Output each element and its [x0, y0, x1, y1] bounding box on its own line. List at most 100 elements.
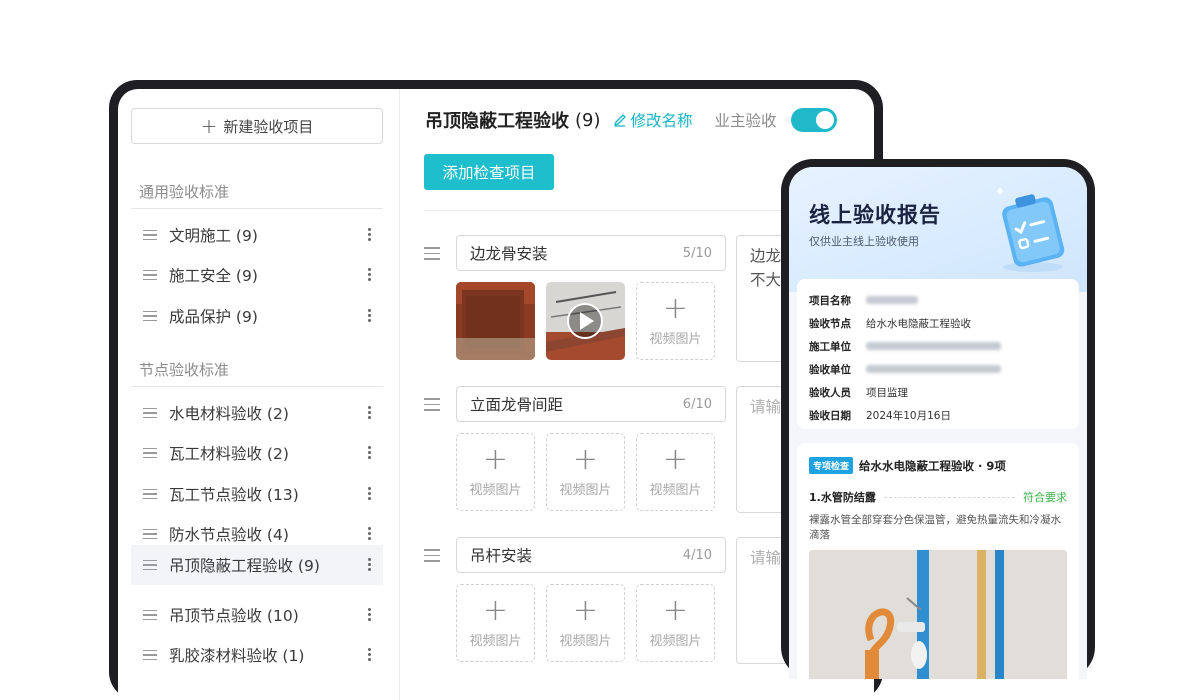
- upload-media-button[interactable]: + 视频图片: [456, 433, 535, 511]
- upload-label: 视频图片: [649, 482, 702, 498]
- drag-handle-icon[interactable]: [143, 269, 157, 281]
- pipe-photo: [809, 550, 1067, 679]
- status-badge: 符合要求: [1023, 491, 1067, 504]
- inspection-card: 专项检查 给水水电隐蔽工程验收 · 9项 1.水管防结露 符合要求 裸露水管全部…: [797, 443, 1079, 679]
- rename-label: 修改名称: [630, 112, 693, 130]
- drag-handle-icon[interactable]: [424, 398, 440, 411]
- phone-device: 线上验收报告 仅供业主线上验收使用 项目名称 验收节点 给水水电隐蔽工程验收 施…: [781, 159, 1095, 679]
- note-placeholder: 请输: [750, 398, 782, 416]
- upload-media-button[interactable]: + 视频图片: [546, 433, 625, 511]
- check-item-name-field[interactable]: 吊杆安装 4/10: [456, 537, 726, 573]
- report-title: 线上验收报告: [809, 203, 941, 227]
- report-subtitle: 仅供业主线上验收使用: [809, 235, 919, 248]
- video-thumbnail[interactable]: [546, 282, 625, 360]
- sidebar-item[interactable]: 瓦工节点验收 (13): [131, 474, 383, 514]
- plus-icon: +: [200, 114, 218, 138]
- note-placeholder: 请输: [750, 549, 782, 567]
- special-check-badge: 专项检查: [809, 457, 854, 474]
- more-icon[interactable]: [368, 268, 371, 281]
- add-check-item-label: 添加检查项目: [442, 164, 536, 182]
- upload-label: 视频图片: [469, 633, 522, 649]
- more-icon[interactable]: [368, 309, 371, 322]
- sidebar-item-label: 文明施工 (9): [169, 227, 258, 245]
- upload-media-button[interactable]: + 视频图片: [636, 282, 715, 360]
- drag-handle-icon[interactable]: [143, 649, 157, 661]
- upload-media-button[interactable]: + 视频图片: [636, 433, 715, 511]
- more-icon[interactable]: [368, 608, 371, 621]
- tablet-screen: + 新建验收项目 通用验收标准 文明施工 (9) 施工安全 (9) 成品保护 (…: [118, 89, 874, 700]
- upload-media-button[interactable]: + 视频图片: [456, 584, 535, 662]
- more-icon[interactable]: [368, 406, 371, 419]
- plus-icon: +: [662, 592, 689, 628]
- requirement-name: 1.水管防结露: [809, 491, 876, 504]
- drag-handle-icon[interactable]: [143, 609, 157, 621]
- drag-handle-icon[interactable]: [143, 229, 157, 241]
- wood-photo: [456, 282, 535, 360]
- upload-label: 视频图片: [469, 482, 522, 498]
- sidebar-item[interactable]: 瓦工材料验收 (2): [131, 433, 383, 473]
- phone-screen: 线上验收报告 仅供业主线上验收使用 项目名称 验收节点 给水水电隐蔽工程验收 施…: [789, 167, 1087, 679]
- info-row: 验收节点 给水水电隐蔽工程验收: [809, 316, 971, 331]
- check-item-name-field[interactable]: 边龙骨安装 5/10: [456, 235, 726, 271]
- sidebar: + 新建验收项目 通用验收标准 文明施工 (9) 施工安全 (9) 成品保护 (…: [118, 89, 400, 700]
- upload-media-button[interactable]: + 视频图片: [636, 584, 715, 662]
- drag-handle-icon[interactable]: [143, 559, 157, 571]
- info-key: 项目名称: [809, 295, 851, 307]
- drag-handle-icon[interactable]: [424, 549, 440, 562]
- sidebar-item[interactable]: 水电材料验收 (2): [131, 393, 383, 433]
- page-title: 吊顶隐蔽工程验收: [425, 111, 569, 132]
- sidebar-item[interactable]: 施工安全 (9): [131, 255, 383, 295]
- check-item-name-field[interactable]: 立面龙骨间距 6/10: [456, 386, 726, 422]
- drag-handle-icon[interactable]: [143, 407, 157, 419]
- sidebar-item[interactable]: 乳胶漆材料验收 (1): [131, 635, 383, 675]
- inspection-photo[interactable]: [809, 550, 1067, 679]
- more-icon[interactable]: [368, 648, 371, 661]
- info-row: 施工单位: [809, 339, 1001, 354]
- info-value: 项目监理: [866, 387, 908, 399]
- drag-handle-icon[interactable]: [424, 247, 440, 260]
- report-header: 线上验收报告 仅供业主线上验收使用: [789, 167, 1087, 292]
- more-icon[interactable]: [368, 487, 371, 500]
- section-title-node: 节点验收标准: [139, 361, 230, 379]
- info-card: 项目名称 验收节点 给水水电隐蔽工程验收 施工单位 验收单位 验收人员 项目监理…: [797, 279, 1079, 429]
- info-key: 验收日期: [809, 410, 851, 422]
- sidebar-item[interactable]: 成品保护 (9): [131, 296, 383, 336]
- note-text: 不大: [750, 271, 782, 289]
- plus-icon: +: [572, 592, 599, 628]
- sidebar-item[interactable]: 吊顶节点验收 (10): [131, 595, 383, 635]
- info-row: 验收人员 项目监理: [809, 385, 908, 400]
- pencil-icon: [613, 114, 626, 127]
- redacted-value: [866, 365, 1001, 373]
- dotted-leader: [883, 496, 1015, 498]
- info-value: 2024年10月16日: [866, 410, 951, 422]
- drag-handle-icon[interactable]: [143, 310, 157, 322]
- char-count: 5/10: [682, 245, 712, 261]
- owner-acceptance-toggle[interactable]: [790, 108, 837, 132]
- note-text: 边龙: [750, 247, 782, 265]
- drag-handle-icon[interactable]: [143, 447, 157, 459]
- clipboard-illustration-icon: [997, 187, 1065, 272]
- add-check-item-button[interactable]: 添加检查项目: [424, 154, 554, 190]
- section-divider: [131, 208, 383, 209]
- rename-link[interactable]: 修改名称: [613, 109, 693, 131]
- drag-handle-icon[interactable]: [143, 528, 157, 540]
- sidebar-item-label: 吊顶隐蔽工程验收 (9): [169, 557, 320, 575]
- photo-thumbnail[interactable]: [456, 282, 535, 360]
- upload-label: 视频图片: [649, 633, 702, 649]
- more-icon[interactable]: [368, 527, 371, 540]
- upload-media-button[interactable]: + 视频图片: [546, 584, 625, 662]
- info-key: 验收节点: [809, 318, 851, 330]
- more-icon[interactable]: [368, 558, 371, 571]
- header-row: 吊顶隐蔽工程验收 (9) 修改名称 业主验收: [425, 107, 837, 133]
- sidebar-item-label: 吊顶节点验收 (10): [169, 607, 299, 625]
- new-project-button[interactable]: + 新建验收项目: [131, 108, 383, 144]
- plus-icon: +: [662, 441, 689, 477]
- more-icon[interactable]: [368, 446, 371, 459]
- sidebar-item-active[interactable]: 吊顶隐蔽工程验收 (9): [131, 545, 383, 585]
- plus-icon: +: [482, 441, 509, 477]
- drag-handle-icon[interactable]: [143, 488, 157, 500]
- more-icon[interactable]: [368, 228, 371, 241]
- sidebar-item-label: 瓦工材料验收 (2): [169, 445, 289, 463]
- info-row: 验收日期 2024年10月16日: [809, 408, 951, 423]
- sidebar-item[interactable]: 文明施工 (9): [131, 215, 383, 255]
